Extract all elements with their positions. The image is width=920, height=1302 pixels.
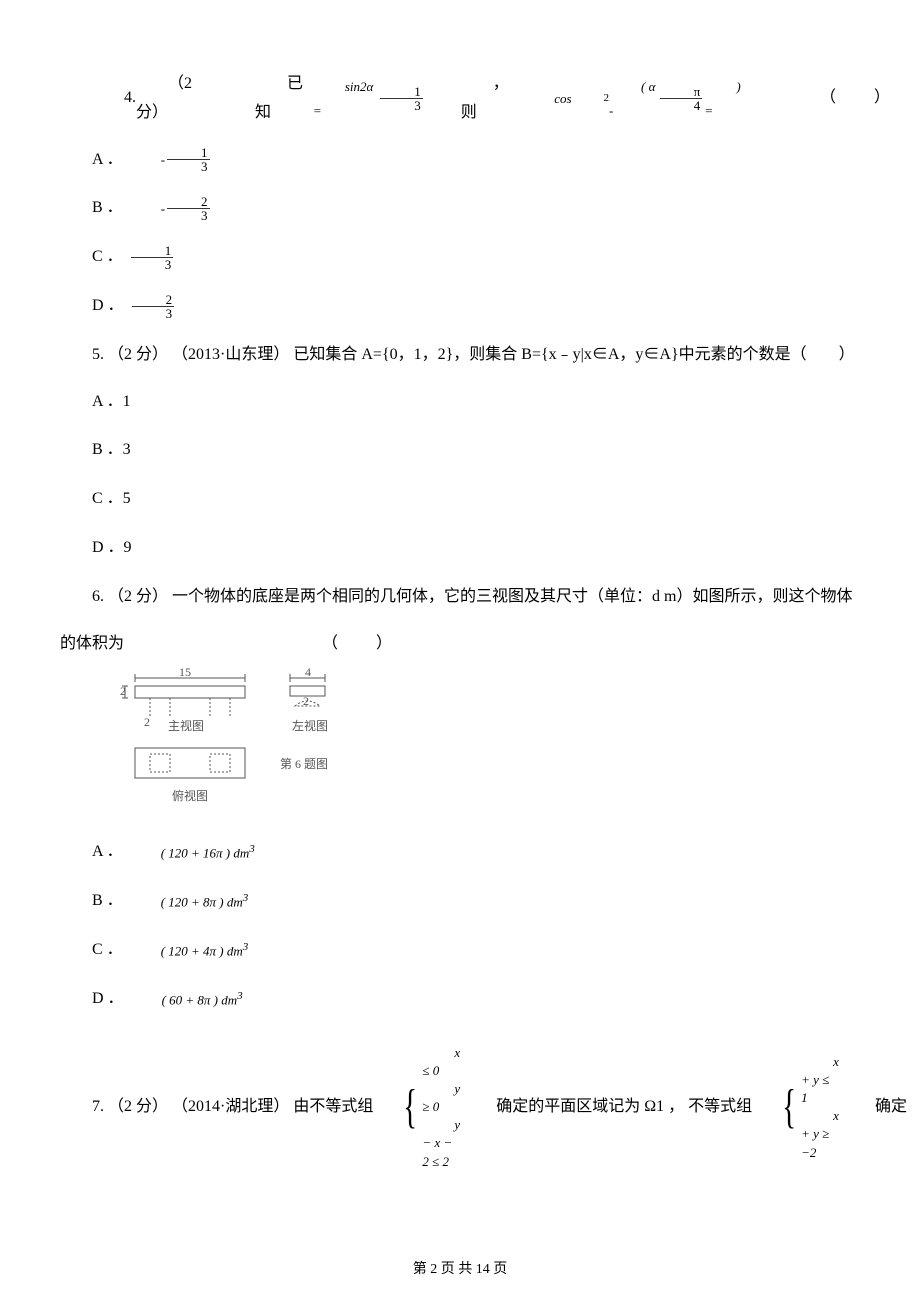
svg-text:主视图: 主视图	[168, 718, 204, 733]
q4-options: A ． - 1 3 B ． - 2 3 C ． 1 3 D ． 2 3	[60, 146, 860, 321]
q7-text-1: 由不等式组	[293, 1098, 373, 1115]
question-4: 4. （2 分） 已知 sin2α = 1 3 ， 则 cos2 ( α - π…	[60, 70, 860, 128]
q4-formula1-left: sin2α =	[313, 75, 378, 122]
svg-text:2: 2	[120, 684, 126, 698]
q4-option-c: C ． 1 3	[60, 243, 860, 272]
q7-text-3: 确定	[843, 1093, 907, 1122]
q6-option-b: B ． ( 120 + 8π ) dm3	[60, 887, 860, 916]
q4-option-b: B ． - 2 3	[60, 194, 860, 223]
q7-points: （2 分）	[108, 1098, 168, 1115]
q5-options: A ．1 B ．3 C ．5 D ．9	[60, 388, 860, 563]
q6-option-c: C ． ( 120 + 4π ) dm3	[60, 936, 860, 965]
brace-icon: {	[763, 1083, 796, 1131]
question-5: 5. （2 分） （2013·山东理） 已知集合 A={0，1，2}，则集合 B…	[60, 341, 860, 370]
q6-number: 6.	[92, 588, 104, 605]
q4-points: （2 分）	[136, 70, 219, 128]
svg-text:2: 2	[144, 715, 150, 729]
q6-figure: 15 2 2 主视图 4 2 左视图	[120, 668, 360, 818]
svg-text:第 6 题图: 第 6 题图	[280, 757, 328, 771]
q5-option-d: D ．9	[60, 534, 860, 563]
q5-option-c: C ．5	[60, 485, 860, 514]
q4-option-d: D ． 2 3	[60, 292, 860, 321]
q6-option-d: D ． ( 60 + 8π ) dm3	[60, 985, 860, 1014]
q6-figure-svg: 15 2 2 主视图 4 2 左视图	[120, 668, 360, 818]
q7-number: 7.	[92, 1098, 104, 1115]
svg-text:15: 15	[179, 668, 191, 679]
question-6-cont: 的体积为 （ ）	[60, 630, 860, 659]
q7-source: （2014·湖北理）	[172, 1098, 289, 1115]
q4-blank: （ ）	[788, 84, 892, 113]
q4-formula2-sup: 2	[572, 89, 610, 109]
q5-text: 已知集合 A={0，1，2}，则集合 B={x﹣y|x∈A，y∈A}中元素的个数…	[293, 346, 854, 363]
q4-text-2: ， 则	[461, 70, 522, 128]
q4-option-a: A ． - 1 3	[60, 146, 860, 175]
q6-points: （2 分）	[108, 588, 168, 605]
q6-blank: （ ）	[322, 635, 394, 652]
q7-system-1: x ≤ 0 y ≥ 0 y − x − 2 ≤ 2	[422, 1044, 460, 1171]
q4-number: 4.	[92, 84, 136, 113]
question-7: 7. （2 分） （2014·湖北理） 由不等式组 { x ≤ 0 y ≥ 0 …	[60, 1044, 860, 1171]
question-6: 6. （2 分） 一个物体的底座是两个相同的几何体，它的三视图及其尺寸（单位：d…	[60, 583, 860, 612]
q5-option-b: B ．3	[60, 436, 860, 465]
page-footer: 第 2 页 共 14 页	[0, 1257, 920, 1282]
q4-text-1: 已知	[255, 70, 313, 128]
q5-number: 5.	[92, 346, 104, 363]
q4-frac-pi-4: π 4	[660, 85, 703, 112]
q6-options: A ． ( 120 + 16π ) dm3 B ． ( 120 + 8π ) d…	[60, 838, 860, 1013]
q4-formula2-cos: cos	[522, 87, 571, 110]
q4-formula2-close: ) =	[704, 75, 748, 122]
q4-formula2-paren: ( α -	[609, 75, 658, 122]
svg-text:2: 2	[303, 694, 309, 708]
q5-source: （2013·山东理）	[172, 346, 289, 363]
q5-points: （2 分）	[108, 346, 168, 363]
svg-text:左视图: 左视图	[292, 718, 328, 733]
brace-icon: {	[384, 1083, 417, 1131]
q7-text-2: 确定的平面区域记为 Ω1 ， 不等式组	[464, 1093, 752, 1122]
q7-system-2: x + y ≤ 1 x + y ≥ −2	[801, 1053, 839, 1162]
q6-option-a: A ． ( 120 + 16π ) dm3	[60, 838, 860, 867]
q5-option-a: A ．1	[60, 388, 860, 417]
q6-text-2: 的体积为	[60, 635, 124, 652]
svg-text:4: 4	[305, 668, 311, 679]
q4-frac-1-3: 1 3	[380, 85, 423, 112]
q6-text-1: 一个物体的底座是两个相同的几何体，它的三视图及其尺寸（单位：d m）如图所示，则…	[172, 588, 852, 605]
svg-text:俯视图: 俯视图	[172, 788, 208, 803]
